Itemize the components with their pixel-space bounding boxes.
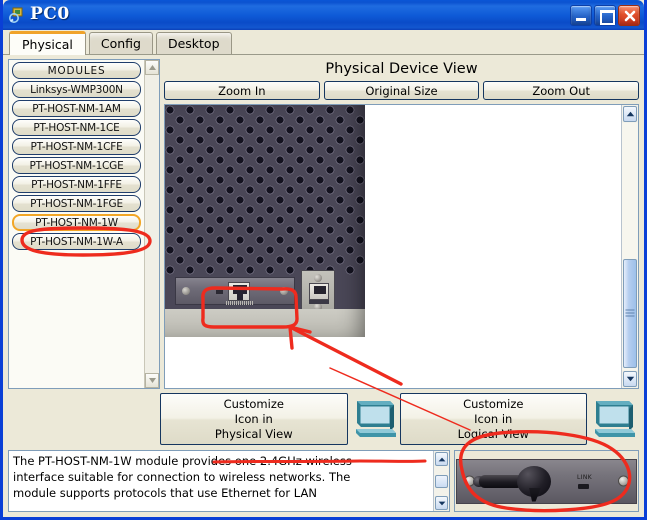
- tab-desktop[interactable]: Desktop: [155, 32, 232, 54]
- minimize-button[interactable]: [570, 4, 592, 26]
- screw-icon: [618, 475, 629, 487]
- scroll-down-icon[interactable]: [145, 373, 159, 388]
- scroll-up-icon[interactable]: [435, 452, 448, 466]
- module-faceplate-image[interactable]: LINK: [456, 458, 637, 504]
- device-image-canvas[interactable]: [165, 105, 621, 388]
- customize-logical-cell: Customize Icon in Logical View: [399, 393, 640, 445]
- original-size-label: Original Size: [365, 83, 438, 98]
- module-item-label: PT-HOST-NM-1W: [35, 216, 118, 229]
- upper-area: MODULES Linksys-WMP300N PT-HOST-NM-1AM P…: [8, 59, 640, 389]
- zoom-out-label: Zoom Out: [532, 83, 591, 98]
- modules-list: MODULES Linksys-WMP300N PT-HOST-NM-1AM P…: [9, 60, 144, 388]
- zoom-in-label: Zoom In: [218, 83, 266, 98]
- module-preview-box: LINK: [454, 450, 639, 512]
- modules-header: MODULES: [12, 62, 141, 79]
- module-item-label: PT-HOST-NM-1FGE: [30, 197, 123, 210]
- customize-physical-line3: Physical View: [214, 426, 293, 441]
- packet-tracer-icon: [8, 6, 26, 24]
- module-item-linksys-wmp300n[interactable]: Linksys-WMP300N: [12, 81, 141, 98]
- zoom-toolbar: Zoom In Original Size Zoom Out: [164, 81, 640, 100]
- module-item-label: PT-HOST-NM-1CGE: [29, 159, 124, 172]
- description-line-3: module supports protocols that use Ether…: [13, 486, 317, 500]
- scroll-down-icon[interactable]: [623, 371, 637, 387]
- tab-physical-label: Physical: [22, 37, 73, 52]
- computer-icon: [348, 395, 400, 443]
- physical-tab-content: MODULES Linksys-WMP300N PT-HOST-NM-1AM P…: [3, 55, 644, 517]
- module-item-pt-host-nm-1fge[interactable]: PT-HOST-NM-1FGE: [12, 195, 141, 212]
- maximize-button[interactable]: [594, 4, 616, 26]
- device-view-scrollbar[interactable]: [621, 105, 638, 388]
- module-description-text: The PT-HOST-NM-1W module provides one 2.…: [9, 451, 433, 511]
- module-item-pt-host-nm-1am[interactable]: PT-HOST-NM-1AM: [12, 100, 141, 117]
- customize-physical-line2: Icon in: [234, 411, 273, 426]
- module-item-pt-host-nm-1ffe[interactable]: PT-HOST-NM-1FFE: [12, 176, 141, 193]
- link-led-icon: [578, 483, 589, 489]
- chassis-shading: [165, 105, 365, 337]
- description-scrollbar[interactable]: [433, 451, 449, 511]
- close-button[interactable]: [618, 4, 640, 26]
- module-item-label: Linksys-WMP300N: [30, 83, 123, 96]
- window-controls: [570, 4, 642, 26]
- device-view-body: [164, 104, 639, 389]
- module-item-label: PT-HOST-NM-1W-A: [30, 235, 123, 248]
- module-item-pt-host-nm-1cfe[interactable]: PT-HOST-NM-1CFE: [12, 138, 141, 155]
- original-size-button[interactable]: Original Size: [323, 81, 480, 100]
- pc-properties-window: PC0 Physical Config Desktop MODULES Link…: [0, 0, 647, 520]
- scroll-up-icon[interactable]: [145, 60, 159, 75]
- customize-logical-line1: Customize: [463, 396, 524, 411]
- tab-bar: Physical Config Desktop: [3, 30, 644, 55]
- module-item-pt-host-nm-1cge[interactable]: PT-HOST-NM-1CGE: [12, 157, 141, 174]
- tab-physical[interactable]: Physical: [9, 31, 86, 55]
- customize-icon-logical-view-button[interactable]: Customize Icon in Logical View: [399, 393, 587, 445]
- pc-rear-panel-image: [165, 105, 365, 337]
- module-item-pt-host-nm-1w[interactable]: PT-HOST-NM-1W: [12, 214, 141, 231]
- customize-icon-physical-view-button[interactable]: Customize Icon in Physical View: [160, 393, 348, 445]
- device-view-panel: Physical Device View Zoom In Original Si…: [164, 59, 640, 389]
- customize-physical-cell: Customize Icon in Physical View: [160, 393, 400, 445]
- customize-logical-line3: Logical View: [457, 426, 529, 441]
- module-item-label: PT-HOST-NM-1FFE: [31, 178, 122, 191]
- bottom-row: The PT-HOST-NM-1W module provides one 2.…: [8, 450, 639, 512]
- scrollbar-thumb[interactable]: [435, 474, 448, 488]
- window-title: PC0: [30, 3, 70, 24]
- modules-scrollbar[interactable]: [144, 60, 159, 388]
- zoom-in-button[interactable]: Zoom In: [164, 81, 320, 100]
- tab-desktop-label: Desktop: [167, 36, 220, 51]
- modules-header-label: MODULES: [47, 64, 106, 77]
- scroll-down-icon[interactable]: [435, 496, 448, 510]
- description-line-2: interface suitable for connection to wir…: [13, 470, 351, 484]
- link-led-label: LINK: [577, 473, 593, 481]
- module-description-box: The PT-HOST-NM-1W module provides one 2.…: [8, 450, 450, 512]
- zoom-out-button[interactable]: Zoom Out: [483, 81, 640, 100]
- module-item-label: PT-HOST-NM-1CFE: [30, 140, 123, 153]
- window-titlebar: PC0: [3, 0, 644, 30]
- customize-physical-line1: Customize: [223, 396, 284, 411]
- module-item-pt-host-nm-1ce[interactable]: PT-HOST-NM-1CE: [12, 119, 141, 136]
- module-item-label: PT-HOST-NM-1AM: [32, 102, 121, 115]
- customize-logical-line2: Icon in: [474, 411, 513, 426]
- scrollbar-thumb[interactable]: [623, 258, 637, 368]
- physical-device-view-title: Physical Device View: [325, 61, 478, 77]
- scrollbar-track[interactable]: [622, 123, 638, 370]
- tab-config[interactable]: Config: [88, 32, 153, 54]
- modules-panel: MODULES Linksys-WMP300N PT-HOST-NM-1AM P…: [8, 59, 160, 389]
- customize-icon-row: Customize Icon in Physical View Customiz…: [8, 393, 639, 445]
- description-line-1: The PT-HOST-NM-1W module provides one 2.…: [13, 454, 352, 468]
- scroll-up-icon[interactable]: [623, 106, 637, 122]
- module-item-label: PT-HOST-NM-1CE: [33, 121, 120, 134]
- computer-icon: [587, 395, 639, 443]
- module-item-pt-host-nm-1w-a[interactable]: PT-HOST-NM-1W-A: [12, 233, 141, 250]
- tab-config-label: Config: [100, 36, 141, 51]
